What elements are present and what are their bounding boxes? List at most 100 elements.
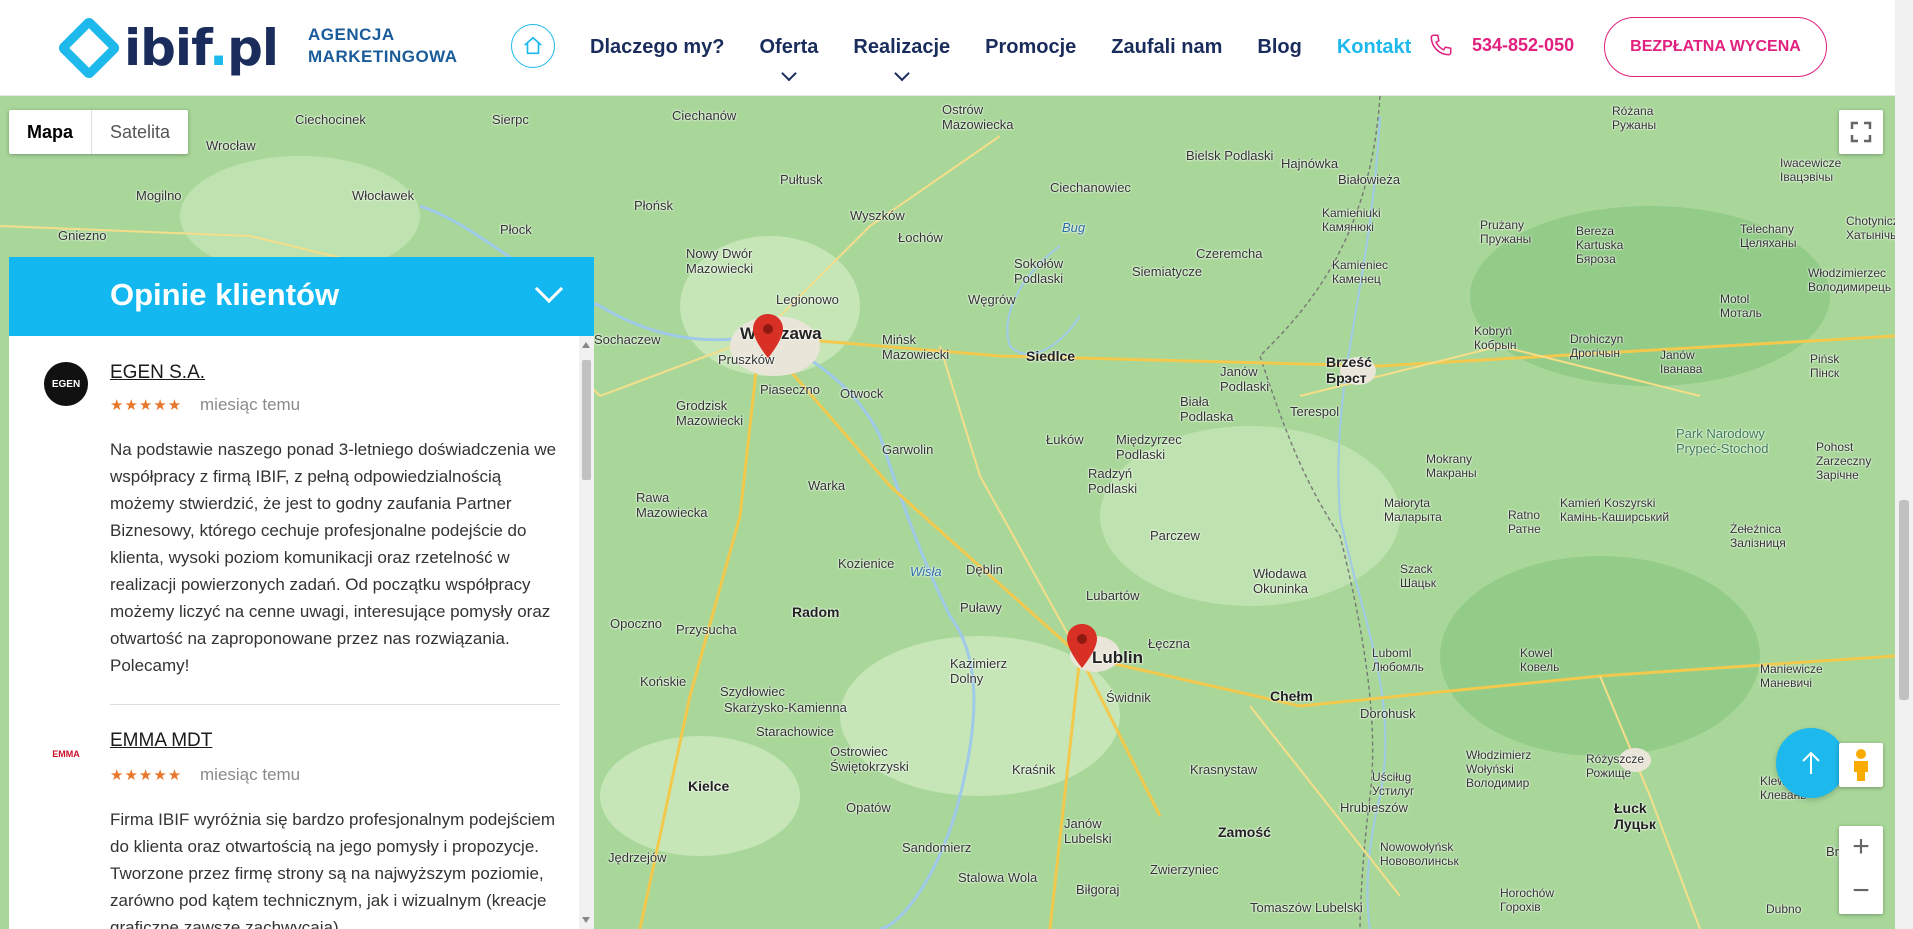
scroll-to-top-button[interactable] bbox=[1776, 728, 1846, 798]
map-label: Przysucha bbox=[676, 622, 737, 637]
map-label: Radzyń Podlaski bbox=[1088, 466, 1138, 496]
map-label: Międzyrzec Podlaski bbox=[1116, 432, 1182, 462]
map-label: Uściług Устилуг bbox=[1372, 770, 1415, 798]
review-time: miesiąc temu bbox=[200, 765, 301, 784]
map-label: Ciechocinek bbox=[295, 112, 366, 127]
map-label: Pułtusk bbox=[780, 172, 823, 187]
phone-link[interactable]: 534-852-050 bbox=[1428, 32, 1574, 58]
map-label: Skarżysko-Kamienna bbox=[724, 700, 847, 715]
map-label: Tomaszów Lubelski bbox=[1250, 900, 1363, 915]
map-label: Łochów bbox=[898, 230, 943, 245]
map-label: Maniewicze Маневичі bbox=[1760, 662, 1823, 690]
map-label: Janów Podlaski bbox=[1220, 364, 1270, 394]
map-label: Legionowo bbox=[776, 292, 839, 307]
map-label: Hajnówka bbox=[1281, 156, 1339, 171]
map-label: Gniezno bbox=[58, 228, 107, 243]
map-label: Łuck Луцьк bbox=[1614, 800, 1656, 832]
street-view-button[interactable] bbox=[1839, 743, 1883, 787]
map-label: Radom bbox=[792, 604, 840, 620]
location-pin-icon[interactable] bbox=[753, 314, 783, 358]
map-label: Horochów Горохів bbox=[1500, 886, 1555, 914]
map-type-map-button[interactable]: Mapa bbox=[9, 110, 93, 154]
map-label: Ostrów Mazowiecka bbox=[942, 102, 1014, 132]
reviews-list: EGEN EGEN S.A. ★★★★★ miesiąc temu Na pod… bbox=[9, 336, 594, 929]
map-label: Luboml Любомль bbox=[1372, 646, 1424, 674]
map-type-satellite-button[interactable]: Satelita bbox=[92, 110, 188, 154]
map-label: Wisła bbox=[910, 564, 942, 579]
map-label: Kazimierz Dolny bbox=[950, 656, 1008, 686]
home-button[interactable] bbox=[511, 24, 555, 68]
map-label: Czeremcha bbox=[1196, 246, 1263, 261]
reviews-title: Opinie klientów bbox=[110, 277, 340, 312]
map-label: Sierpc bbox=[492, 112, 529, 127]
free-quote-button[interactable]: BEZPŁATNA WYCENA bbox=[1604, 17, 1827, 77]
scroll-down-arrow-icon[interactable] bbox=[582, 917, 590, 923]
page-scrollbar[interactable] bbox=[1895, 0, 1913, 929]
map-label: Drohiczyn Дрогічын bbox=[1570, 332, 1624, 360]
location-pin-icon[interactable] bbox=[1067, 624, 1097, 668]
page-scrollbar-thumb[interactable] bbox=[1899, 500, 1909, 700]
nav-item-oferta[interactable]: Oferta bbox=[759, 0, 818, 96]
nav-item-kontakt[interactable]: Kontakt bbox=[1337, 0, 1411, 96]
fullscreen-icon bbox=[1850, 121, 1872, 143]
map-label: Nowowołyńsk Нововолинськ bbox=[1380, 840, 1459, 868]
map-label: Piaseczno bbox=[760, 382, 820, 397]
avatar: EMMA bbox=[44, 732, 88, 776]
reviews-scrollbar[interactable] bbox=[579, 336, 594, 929]
logo-text: ibif.pl bbox=[124, 19, 279, 77]
nav-item-dlaczego-my[interactable]: Dlaczego my? bbox=[590, 0, 724, 96]
map-label: Łuków bbox=[1046, 432, 1084, 447]
map-label: Terespol bbox=[1290, 404, 1340, 419]
zoom-out-button[interactable]: − bbox=[1839, 870, 1883, 914]
review-text: Firma IBIF wyróżnia się bardzo profesjon… bbox=[110, 810, 556, 929]
map-label: Kamień Koszyrski Камінь-Каширський bbox=[1560, 496, 1670, 524]
scroll-up-arrow-icon[interactable] bbox=[582, 342, 590, 348]
nav-item-promocje[interactable]: Promocje bbox=[985, 0, 1076, 96]
map-label: Kozienice bbox=[838, 556, 895, 571]
nav-item-blog[interactable]: Blog bbox=[1257, 0, 1301, 96]
map-label: Biała Podlaska bbox=[1180, 394, 1234, 424]
map-label: Końskie bbox=[640, 674, 687, 689]
reviewer-name[interactable]: EMMA MDT bbox=[110, 730, 212, 752]
nav-item-zaufali-nam[interactable]: Zaufali nam bbox=[1111, 0, 1222, 96]
fullscreen-button[interactable] bbox=[1839, 110, 1883, 154]
reviews-panel-header[interactable]: Opinie klientów bbox=[9, 257, 594, 336]
map-label: Sandomierz bbox=[902, 840, 972, 855]
nav-item-realizacje[interactable]: Realizacje bbox=[853, 0, 950, 96]
map-label: Hrubieszów bbox=[1340, 800, 1408, 815]
map-label: Grodzisk Mazowiecki bbox=[676, 398, 744, 428]
map-label: Różyszcze Рожище bbox=[1586, 752, 1645, 780]
chevron-down-icon bbox=[893, 65, 910, 82]
map-label: Motol Моталь bbox=[1720, 292, 1762, 320]
map-label: Chełm bbox=[1270, 688, 1313, 704]
review-text: Na podstawie naszego ponad 3-letniego do… bbox=[110, 440, 557, 675]
avatar: EGEN bbox=[44, 362, 88, 406]
map-label: Łęczna bbox=[1148, 636, 1190, 651]
map-label: Krasnystaw bbox=[1190, 762, 1258, 777]
map-label: Kowel Ковель bbox=[1520, 646, 1560, 674]
map-label: Włodawa Okuninka bbox=[1253, 566, 1308, 596]
map-label: Bereza Kartuska Бяроза bbox=[1576, 224, 1624, 266]
zoom-in-button[interactable]: + bbox=[1839, 826, 1883, 870]
map-label: Nowy Dwór Mazowiecki bbox=[686, 246, 754, 276]
map-label: Siemiatycze bbox=[1132, 264, 1203, 279]
map-label: Garwolin bbox=[882, 442, 934, 457]
map-label: Ciechanów bbox=[672, 108, 737, 123]
map-label: Płońsk bbox=[634, 198, 674, 213]
map-label: Ciechanowiec bbox=[1050, 180, 1131, 195]
chevron-down-icon[interactable] bbox=[534, 274, 564, 304]
map-label: Prużany Пружаны bbox=[1480, 218, 1532, 246]
map-label: Lublin bbox=[1092, 648, 1143, 667]
map-label: Sochaczew bbox=[594, 332, 661, 347]
scrollbar-thumb[interactable] bbox=[582, 360, 591, 480]
review-time: miesiąc temu bbox=[200, 395, 301, 414]
map-label: Otwock bbox=[840, 386, 884, 401]
logo-diamond-icon bbox=[56, 15, 122, 81]
arrow-up-icon bbox=[1802, 751, 1820, 774]
logo[interactable]: ibif.pl bbox=[56, 12, 279, 84]
map-label: Białowieża bbox=[1338, 172, 1401, 187]
map-label: Wyszków bbox=[850, 208, 905, 223]
reviewer-name[interactable]: EGEN S.A. bbox=[110, 362, 205, 384]
agency-tagline: AGENCJA MARKETINGOWA bbox=[308, 25, 458, 66]
map-label: Kraśnik bbox=[1012, 762, 1056, 777]
